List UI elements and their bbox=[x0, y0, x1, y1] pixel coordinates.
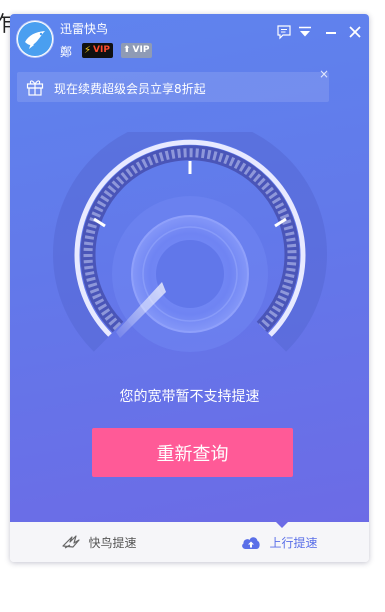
app-window: 迅雷快鸟 鄭 ⚡ VIP ⬆ VIP 现在续费超级会员立享8折起 × 您的宽带暂… bbox=[10, 14, 369, 562]
tab-upload-speedup[interactable]: 上行提速 bbox=[190, 522, 369, 562]
bird-logo-icon bbox=[18, 22, 52, 56]
vip-badge-label: VIP bbox=[132, 45, 150, 55]
avatar[interactable] bbox=[17, 21, 53, 57]
vip-badge-upload: ⬆ VIP bbox=[121, 43, 153, 58]
message-icon[interactable] bbox=[276, 24, 292, 40]
vip-badge-label: VIP bbox=[93, 45, 110, 55]
close-icon[interactable] bbox=[347, 24, 363, 40]
app-title: 迅雷快鸟 bbox=[60, 22, 109, 36]
main-panel: 迅雷快鸟 鄭 ⚡ VIP ⬆ VIP 现在续费超级会员立享8折起 × 您的宽带暂… bbox=[10, 14, 369, 522]
gauge-hub bbox=[156, 240, 224, 308]
promo-banner[interactable]: 现在续费超级会员立享8折起 bbox=[17, 72, 329, 102]
speed-gauge bbox=[53, 132, 327, 352]
minimize-icon[interactable] bbox=[323, 24, 339, 40]
active-tab-indicator bbox=[276, 522, 288, 528]
user-name: 鄭 bbox=[60, 45, 73, 59]
promo-text: 现在续费超级会员立享8折起 bbox=[54, 82, 206, 96]
cloud-upload-icon bbox=[242, 536, 261, 549]
promo-close-button[interactable]: × bbox=[319, 68, 329, 80]
dropdown-menu-icon[interactable] bbox=[297, 24, 313, 40]
tab-kuainiao-speedup[interactable]: 快鸟提速 bbox=[10, 522, 189, 562]
tab-label: 快鸟提速 bbox=[88, 535, 137, 550]
vip-badge-lightning: ⚡ VIP bbox=[82, 43, 113, 58]
bird-icon bbox=[62, 535, 81, 549]
gift-icon bbox=[26, 80, 44, 96]
recheck-button[interactable]: 重新查询 bbox=[92, 428, 293, 477]
lightning-icon: ⚡ bbox=[84, 45, 92, 56]
bottom-tabbar: 快鸟提速 上行提速 bbox=[10, 522, 369, 562]
status-message: 您的宽带暂不支持提速 bbox=[119, 389, 260, 405]
tab-label: 上行提速 bbox=[269, 535, 318, 550]
up-arrow-icon: ⬆ bbox=[123, 45, 131, 55]
